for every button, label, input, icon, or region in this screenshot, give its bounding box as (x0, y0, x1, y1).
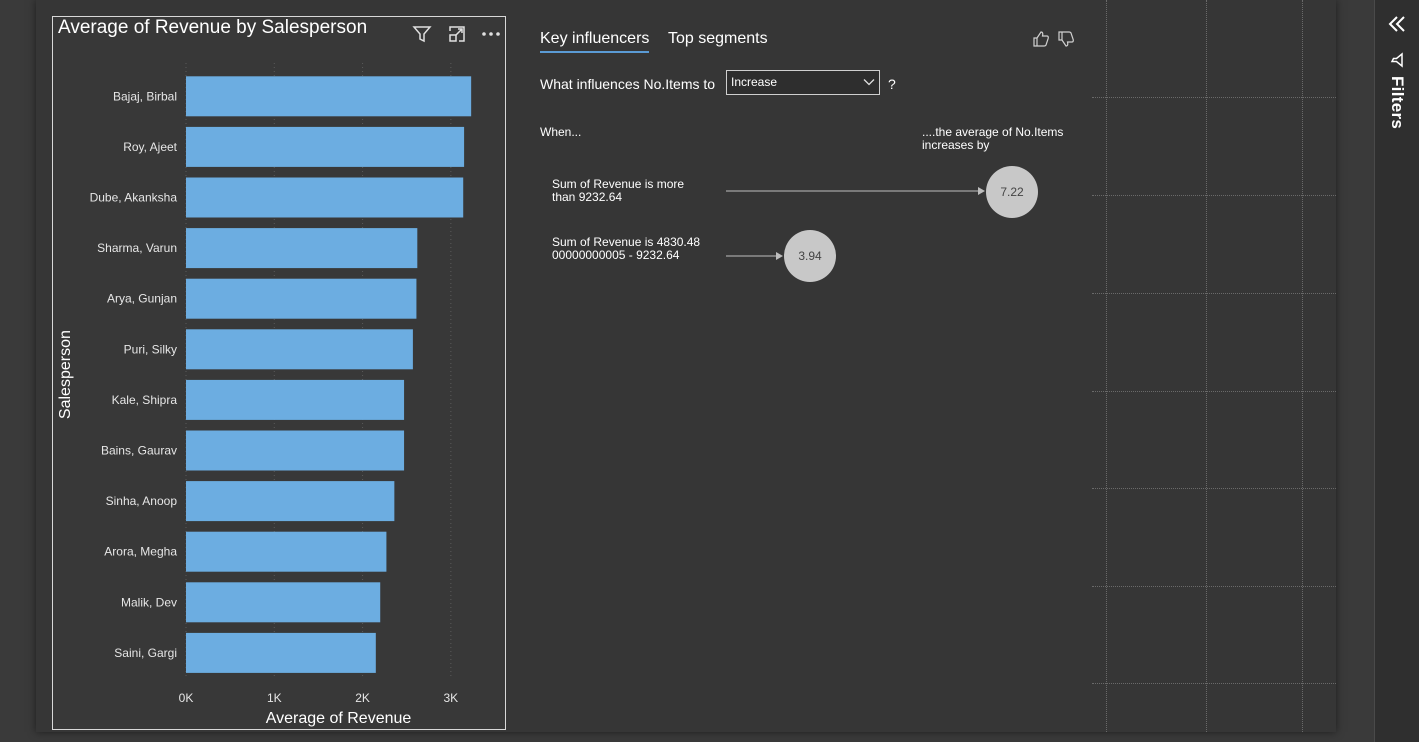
bar[interactable] (186, 632, 376, 673)
x-tick-label: 2K (355, 691, 370, 705)
influencer-condition[interactable]: Sum of Revenue is 4830.4800000000005 - 9… (552, 236, 702, 262)
grid-guide (1092, 293, 1336, 295)
y-category-label: Bajaj, Birbal (113, 89, 177, 103)
grid-guide (1092, 488, 1336, 490)
x-tick-label: 0K (179, 691, 194, 705)
grid-guide (1092, 586, 1336, 588)
tab-key-influencers[interactable]: Key influencers (540, 30, 650, 53)
filters-pane-label[interactable]: Filters (1387, 76, 1407, 129)
y-category-label: Sharma, Varun (97, 241, 177, 255)
filter-icon[interactable] (411, 23, 433, 45)
influence-value: 3.94 (798, 249, 822, 263)
bar[interactable] (186, 531, 387, 572)
y-category-label: Malik, Dev (121, 595, 177, 609)
x-axis-title: Average of Revenue (266, 710, 412, 727)
grid-guide (1092, 97, 1336, 99)
chart-svg: 0K 1K 2K 3K Bajaj, Birbal Roy, Ajeet Dube, Aka… (57, 63, 472, 727)
y-category-label: Arora, Megha (104, 545, 177, 559)
question-mark: ? (888, 76, 896, 92)
grid-guide (1206, 0, 1208, 732)
bar[interactable] (186, 379, 405, 420)
bar[interactable] (186, 329, 413, 370)
key-influencers-visual: Key influencers Top segments What influe… (520, 16, 1090, 730)
thumbs-up-icon[interactable] (1032, 30, 1050, 48)
when-label: When... (540, 125, 582, 139)
bar[interactable] (186, 76, 472, 117)
more-options-icon[interactable] (480, 23, 502, 45)
y-category-label: Bains, Gaurav (101, 444, 177, 458)
chart-title: Average of Revenue by Salesperson (58, 17, 368, 38)
question-label: What influences No.Items to (540, 76, 716, 92)
direction-dropdown[interactable]: Increase (726, 70, 880, 95)
influencer-condition[interactable]: Sum of Revenue is more than 9232.64 (552, 178, 702, 204)
bar[interactable] (186, 582, 381, 623)
y-category-label: Dube, Akanksha (90, 191, 178, 205)
y-category-label: Sinha, Anoop (106, 494, 178, 508)
influence-value: 7.22 (1000, 185, 1024, 199)
bar-chart-visual[interactable]: 0K 1K 2K 3K Bajaj, Birbal Roy, Ajeet Dube, Aka… (52, 16, 506, 730)
y-category-label: Kale, Shipra (112, 393, 178, 407)
result-header: ....the average of No.Items increases by (922, 125, 1064, 152)
grid-guide (1092, 683, 1336, 685)
bar[interactable] (186, 228, 418, 269)
y-category-label: Saini, Gargi (114, 646, 177, 660)
x-tick-label: 1K (267, 691, 282, 705)
influence-bubble[interactable]: 3.94 (784, 230, 836, 282)
dropdown-value: Increase (731, 75, 778, 89)
focus-mode-icon[interactable] (446, 23, 468, 45)
y-category-label: Arya, Gunjan (107, 292, 177, 306)
chevron-down-icon (863, 79, 875, 86)
thumbs-down-icon[interactable] (1057, 30, 1075, 48)
filter-icon (1390, 52, 1403, 68)
grid-guide (1092, 391, 1336, 393)
tab-top-segments[interactable]: Top segments (668, 30, 768, 51)
filters-pane: Filters (1374, 0, 1419, 742)
y-category-label: Roy, Ajeet (123, 140, 177, 154)
y-category-label: Puri, Silky (124, 342, 177, 356)
x-tick-label: 3K (444, 691, 459, 705)
grid-guide (1092, 195, 1336, 197)
influence-bubble[interactable]: 7.22 (986, 166, 1038, 218)
bar[interactable] (186, 126, 465, 167)
bar[interactable] (186, 430, 405, 471)
grid-guide (1106, 0, 1108, 732)
bar[interactable] (186, 278, 417, 319)
grid-guide (1302, 0, 1304, 732)
collapse-double-chevron-icon[interactable] (1387, 14, 1407, 34)
bar[interactable] (186, 177, 464, 218)
y-axis-title: Salesperson (57, 330, 74, 419)
bar[interactable] (186, 481, 395, 522)
